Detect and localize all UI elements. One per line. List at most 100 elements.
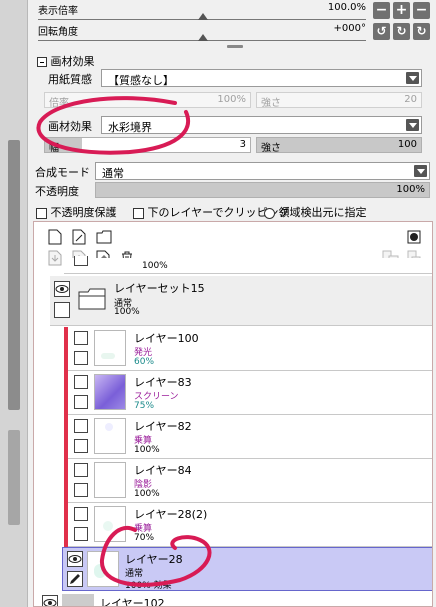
texture-section-header[interactable]: 画材効果 — [37, 53, 95, 69]
zoom-reset-button[interactable]: − — [413, 2, 430, 19]
new-folder-icon[interactable] — [96, 230, 112, 244]
paper-texture-value: 【質感なし】 — [108, 74, 174, 87]
texture-strength-slider[interactable]: 強さ 20 — [256, 92, 422, 109]
layer-thumbnail — [94, 462, 126, 498]
blend-mode-label: 合成モード — [35, 166, 90, 179]
layer-name: レイヤー28(2) — [134, 508, 208, 521]
visibility-checkbox[interactable] — [74, 419, 88, 433]
lock-checkbox[interactable] — [74, 527, 88, 541]
scale-label: 倍率 — [49, 98, 69, 109]
selection-source-option[interactable]: 領域検出元に指定 — [264, 204, 367, 220]
layer-set-row[interactable]: レイヤーセット15 通常 100% — [50, 276, 432, 326]
lock-checkbox[interactable] — [74, 483, 88, 497]
effect-strength-value: 100 — [397, 139, 417, 150]
visibility-checkbox[interactable] — [74, 331, 88, 345]
visibility-checkbox[interactable] — [74, 507, 88, 521]
clip-indicator — [64, 415, 68, 459]
layer-row-partial-top[interactable]: 100% — [64, 256, 432, 274]
selection-source-radio[interactable] — [264, 207, 275, 219]
width-value: 3 — [239, 139, 246, 150]
rotate-reset-button[interactable]: ↻ — [393, 23, 410, 40]
visibility-checkbox[interactable] — [74, 375, 88, 389]
chevron-down-icon[interactable] — [406, 72, 419, 84]
clip-lower-checkbox[interactable] — [133, 207, 144, 219]
chevron-down-icon[interactable] — [406, 119, 419, 131]
visibility-checkbox[interactable] — [74, 256, 88, 266]
zoom-label: 表示倍率 — [38, 6, 78, 17]
width-label: 幅 — [49, 143, 59, 154]
texture-strength-label: 強さ — [261, 98, 281, 109]
opacity-value: 100% — [396, 184, 425, 195]
clip-indicator — [64, 459, 68, 503]
layer-row[interactable]: レイヤー82 乗算 100% — [64, 415, 432, 459]
scrollbar-thumb[interactable] — [8, 140, 20, 410]
lock-checkbox[interactable] — [54, 302, 70, 318]
visibility-toggle[interactable] — [42, 595, 58, 606]
layer-name: レイヤー82 — [134, 420, 192, 433]
rotate-left-button[interactable]: ↺ — [373, 23, 390, 40]
layer-panel: 100% レイヤーセット15 通常 100% レイヤー100 発光 60% レイ… — [33, 221, 433, 607]
layer-name: レイヤー100 — [134, 332, 199, 345]
layer-opacity: 100% — [134, 445, 160, 455]
layer-opacity: 60% — [134, 357, 155, 367]
layer-row-selected[interactable]: レイヤー28 通常 100% 効果 — [62, 547, 432, 591]
edit-toggle[interactable] — [67, 571, 83, 587]
clip-indicator — [64, 503, 68, 547]
rotate-right-button[interactable]: ↻ — [413, 23, 430, 40]
layer-opacity-effect: 100% 効果 — [125, 581, 172, 591]
scrollbar-thumb-secondary[interactable] — [8, 430, 20, 525]
effect-strength-slider[interactable]: 強さ 100 — [256, 137, 422, 154]
texture-strength-value: 20 — [404, 94, 417, 105]
layer-row[interactable]: レイヤー84 陰影 100% — [64, 459, 432, 503]
opacity-slider[interactable]: 100% — [95, 182, 430, 198]
rotate-value: +000° — [333, 23, 366, 34]
visibility-toggle[interactable] — [67, 551, 83, 567]
transfer-down-icon[interactable] — [48, 250, 62, 266]
blend-mode-dropdown[interactable]: 通常 — [95, 162, 430, 180]
layer-thumbnail — [94, 506, 126, 542]
width-slider[interactable]: 幅 3 — [44, 137, 251, 154]
lock-checkbox[interactable] — [74, 395, 88, 409]
protect-opacity-option[interactable]: 不透明度保護 — [36, 204, 117, 220]
texture-section-title: 画材効果 — [50, 55, 95, 68]
blend-mode-value: 通常 — [102, 167, 124, 180]
eye-icon — [55, 285, 69, 293]
zoom-slider-handle[interactable] — [198, 13, 208, 20]
layer-row-partial-bottom[interactable]: レイヤー102 — [34, 593, 432, 607]
protect-opacity-checkbox[interactable] — [36, 207, 47, 219]
layer-name: レイヤー102 — [100, 597, 165, 607]
lock-checkbox[interactable] — [74, 351, 88, 365]
layer-opacity: 100% — [134, 489, 160, 499]
paper-texture-label: 用紙質感 — [48, 73, 92, 86]
scale-slider[interactable]: 倍率 100% — [44, 92, 251, 109]
layer-thumbnail — [94, 418, 126, 454]
rotate-slider-handle[interactable] — [198, 34, 208, 41]
lock-checkbox[interactable] — [74, 439, 88, 453]
folder-icon — [78, 288, 106, 310]
layer-thumbnail — [94, 374, 126, 410]
splitter-grip[interactable] — [227, 45, 243, 48]
visibility-checkbox[interactable] — [74, 463, 88, 477]
zoom-value: 100.0% — [327, 2, 366, 13]
layer-name: レイヤー28 — [125, 553, 183, 566]
layer-row[interactable]: レイヤー100 発光 60% — [64, 327, 432, 371]
zoom-out-button[interactable]: − — [373, 2, 390, 19]
layer-row[interactable]: レイヤー83 スクリーン 75% — [64, 371, 432, 415]
visibility-toggle[interactable] — [54, 281, 70, 297]
collapse-icon[interactable] — [37, 57, 47, 67]
effect-value: 水彩境界 — [108, 121, 152, 134]
paper-texture-dropdown[interactable]: 【質感なし】 — [101, 69, 422, 87]
opacity-label: 不透明度 — [35, 185, 79, 198]
layer-mask-icon[interactable] — [407, 229, 421, 245]
zoom-in-button[interactable]: + — [393, 2, 410, 19]
left-scrollbar[interactable] — [0, 0, 28, 607]
eye-icon — [68, 555, 82, 563]
effect-label: 画材効果 — [48, 120, 92, 133]
new-layer-icon[interactable] — [48, 229, 62, 245]
effect-dropdown[interactable]: 水彩境界 — [101, 116, 422, 134]
eye-icon — [43, 599, 57, 606]
chevron-down-icon[interactable] — [414, 165, 427, 177]
new-vector-layer-icon[interactable] — [72, 229, 86, 245]
layer-row[interactable]: レイヤー28(2) 乗算 70% — [64, 503, 432, 547]
layer-name: レイヤー84 — [134, 464, 192, 477]
